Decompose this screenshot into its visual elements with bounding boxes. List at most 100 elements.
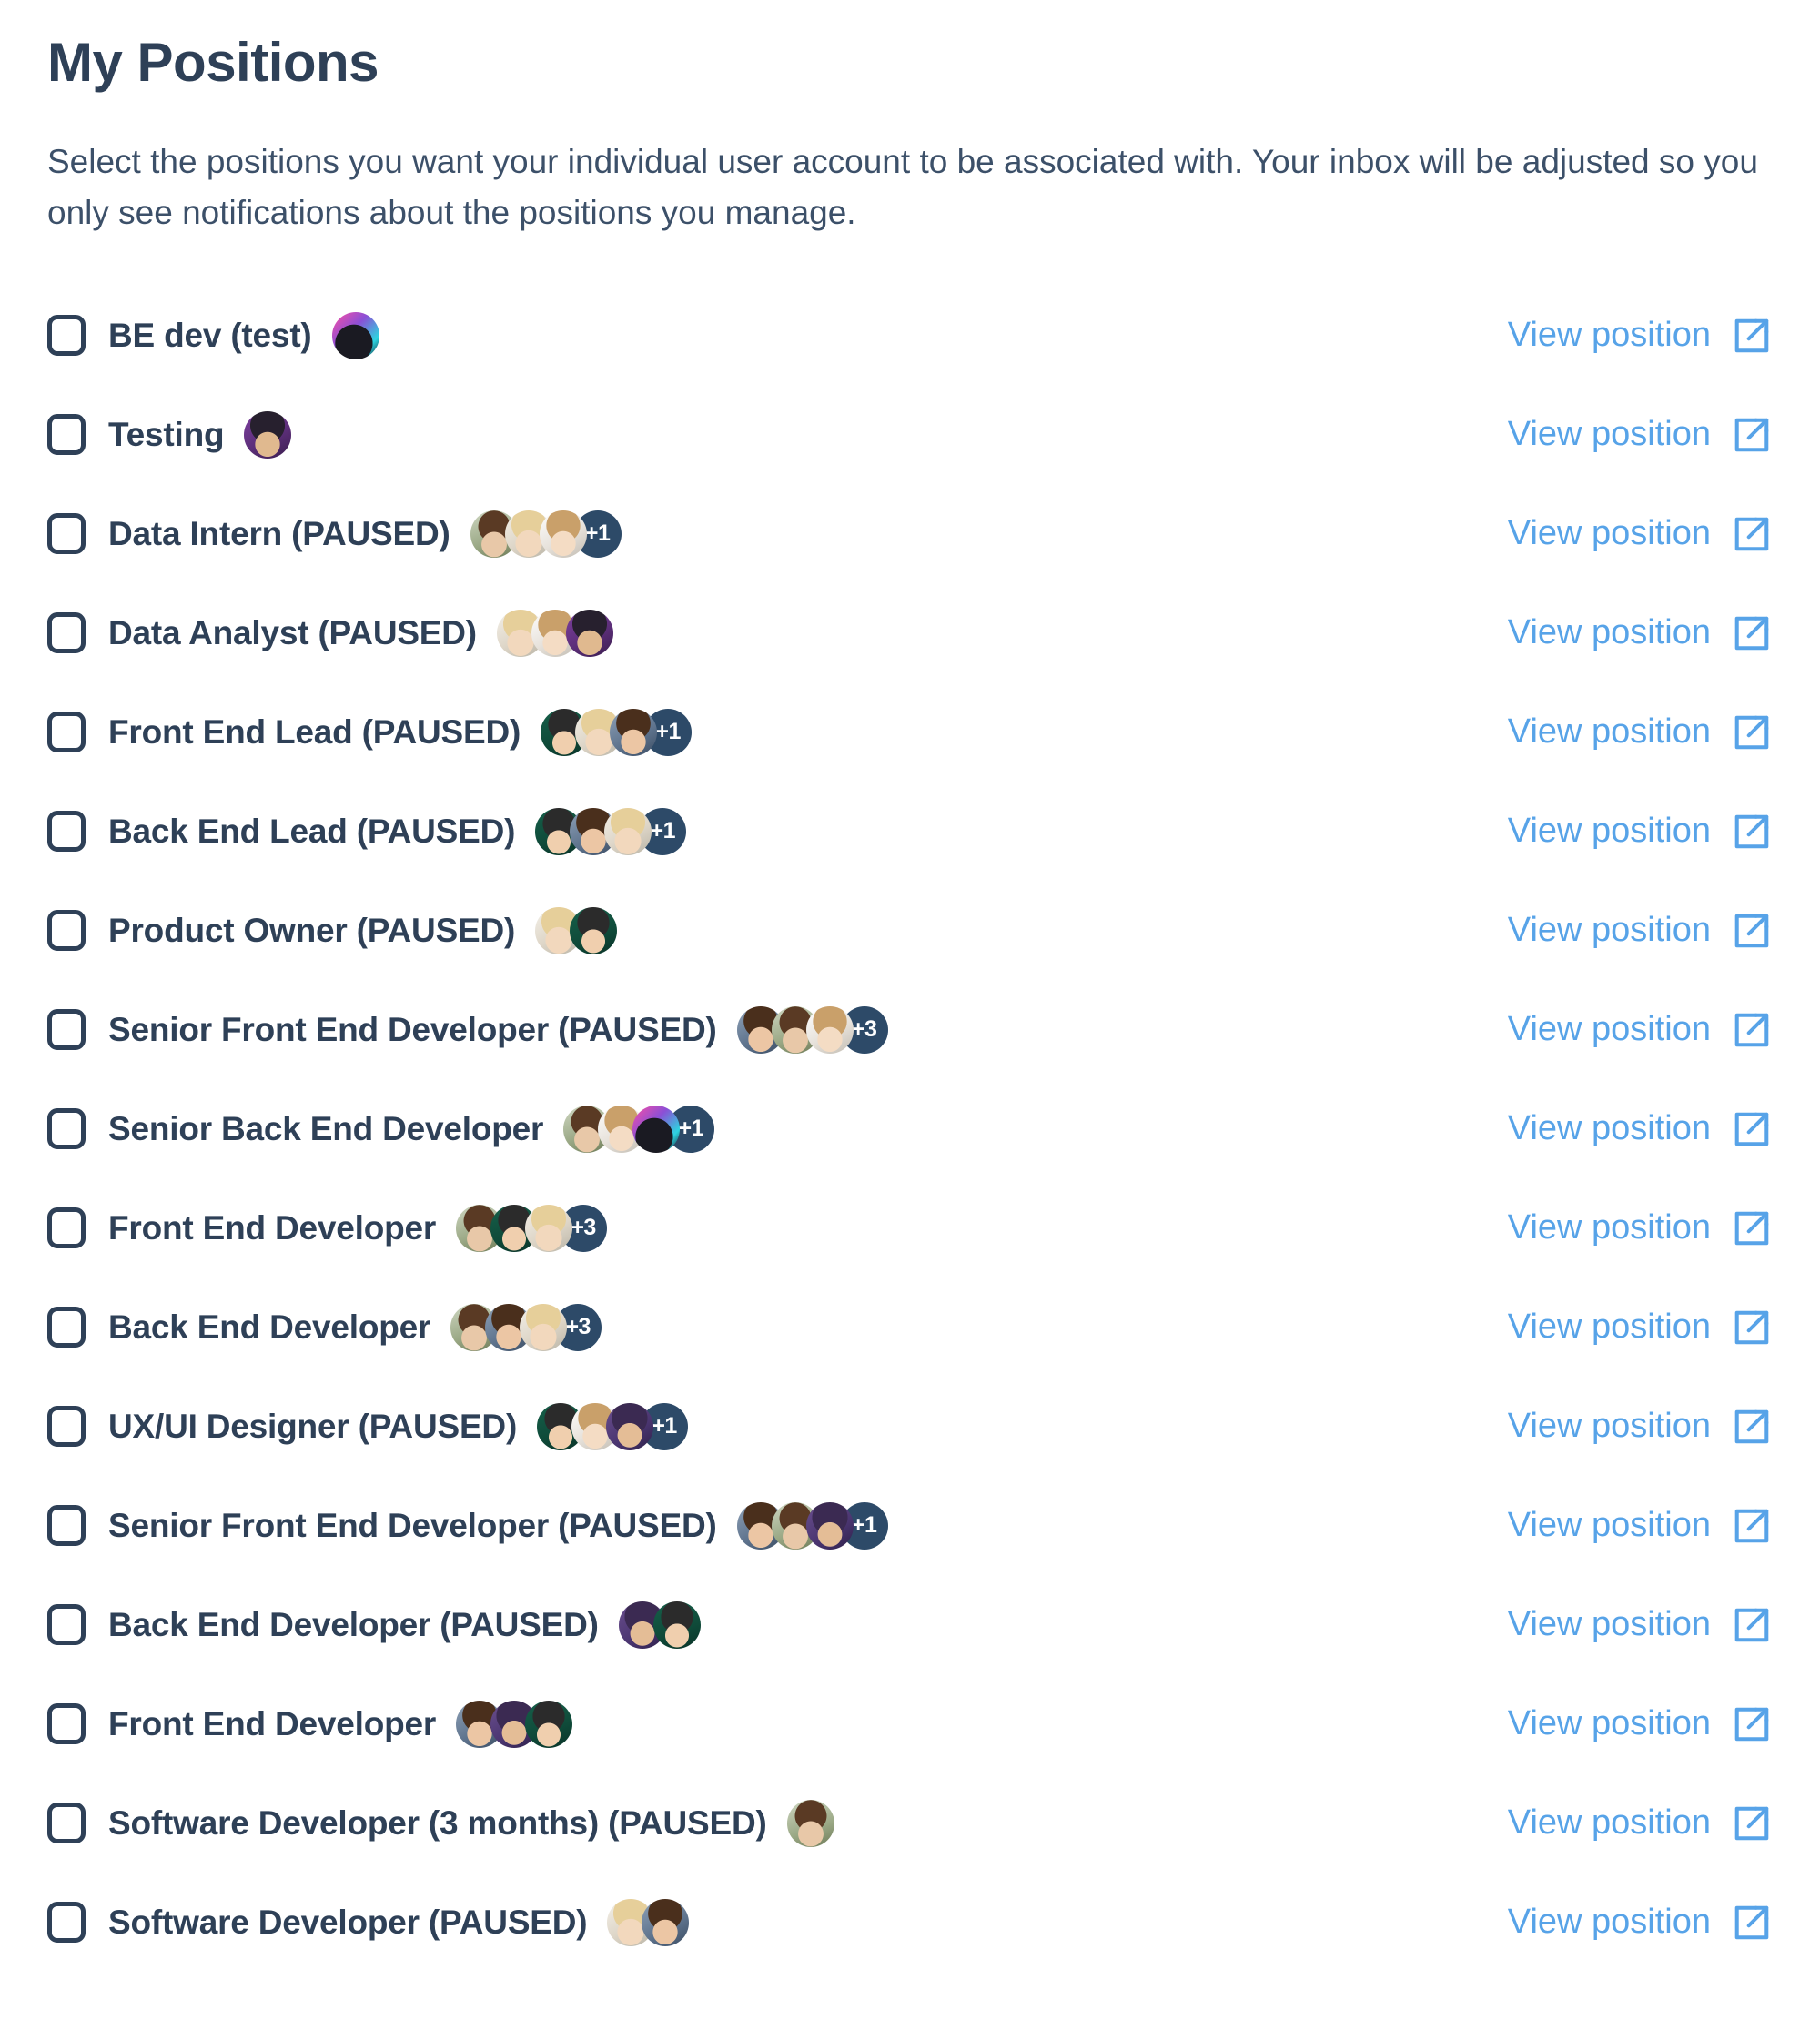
avatar xyxy=(786,1799,834,1847)
assignee-avatar-stack xyxy=(618,1601,701,1649)
external-link-icon xyxy=(1734,814,1769,849)
external-link-icon xyxy=(1734,914,1769,948)
position-label: Product Owner (PAUSED) xyxy=(108,911,516,949)
view-position-link[interactable]: View position xyxy=(1508,910,1773,952)
assignee-avatar-stack: +1 xyxy=(537,1402,689,1450)
view-position-link[interactable]: View position xyxy=(1508,1803,1773,1844)
position-label: Back End Developer (PAUSED) xyxy=(108,1605,599,1643)
page-description: Select the positions you want your indiv… xyxy=(47,143,1758,232)
position-checkbox[interactable] xyxy=(47,414,86,456)
position-row: Back End Lead (PAUSED) +1 View position xyxy=(47,782,1773,881)
view-position-label: View position xyxy=(1507,712,1711,752)
view-position-label: View position xyxy=(1507,613,1711,652)
position-checkbox[interactable] xyxy=(47,1207,86,1249)
position-row: Testing View position xyxy=(47,385,1773,484)
position-row: Data Analyst (PAUSED) View position xyxy=(47,583,1773,682)
external-link-icon xyxy=(1734,1707,1769,1742)
assignee-avatar-stack xyxy=(244,410,292,459)
external-link-icon xyxy=(1734,1112,1769,1146)
position-checkbox[interactable] xyxy=(47,910,86,952)
avatar xyxy=(606,1402,654,1450)
assignee-avatar-stack xyxy=(607,1898,690,1946)
position-checkbox[interactable] xyxy=(47,811,86,853)
assignee-avatar-stack: +3 xyxy=(450,1303,602,1351)
external-link-icon xyxy=(1734,1409,1769,1444)
position-label: Senior Front End Developer (PAUSED) xyxy=(108,1010,717,1048)
position-label: Front End Developer xyxy=(108,1208,437,1247)
view-position-link[interactable]: View position xyxy=(1508,1505,1773,1547)
view-position-link[interactable]: View position xyxy=(1508,1009,1773,1051)
view-position-label: View position xyxy=(1507,1803,1711,1843)
external-link-icon xyxy=(1734,1608,1769,1642)
position-row: Front End Lead (PAUSED) +1 View position xyxy=(47,682,1773,782)
view-position-label: View position xyxy=(1507,514,1711,553)
external-link-icon xyxy=(1734,1905,1769,1940)
assignee-avatar-stack xyxy=(331,311,379,359)
position-checkbox[interactable] xyxy=(47,1604,86,1646)
view-position-link[interactable]: View position xyxy=(1508,414,1773,456)
external-link-icon xyxy=(1734,616,1769,651)
assignee-avatar-stack: +3 xyxy=(456,1204,608,1252)
position-checkbox[interactable] xyxy=(47,1505,86,1547)
avatar xyxy=(539,510,587,558)
view-position-link[interactable]: View position xyxy=(1508,1406,1773,1448)
external-link-icon xyxy=(1734,318,1769,353)
view-position-link[interactable]: View position xyxy=(1508,1207,1773,1249)
position-row: UX/UI Designer (PAUSED) +1 View position xyxy=(47,1377,1773,1476)
position-label: Software Developer (PAUSED) xyxy=(108,1903,588,1941)
position-checkbox[interactable] xyxy=(47,1307,86,1348)
position-row: Back End Developer +3 View position xyxy=(47,1278,1773,1377)
assignee-avatar-stack xyxy=(786,1799,834,1847)
view-position-link[interactable]: View position xyxy=(1508,1108,1773,1150)
view-position-label: View position xyxy=(1507,1109,1711,1148)
position-checkbox[interactable] xyxy=(47,1703,86,1745)
assignee-avatar-stack xyxy=(496,609,613,657)
view-position-label: View position xyxy=(1507,1903,1711,1942)
position-checkbox[interactable] xyxy=(47,1803,86,1844)
position-row: Front End Developer View position xyxy=(47,1674,1773,1773)
external-link-icon xyxy=(1734,1310,1769,1345)
position-checkbox[interactable] xyxy=(47,1009,86,1051)
view-position-link[interactable]: View position xyxy=(1508,513,1773,555)
position-checkbox[interactable] xyxy=(47,1406,86,1448)
view-position-link[interactable]: View position xyxy=(1508,1902,1773,1944)
avatar xyxy=(632,1105,681,1153)
avatar xyxy=(652,1601,701,1649)
view-position-link[interactable]: View position xyxy=(1508,1307,1773,1348)
external-link-icon xyxy=(1734,517,1769,551)
view-position-link[interactable]: View position xyxy=(1508,811,1773,853)
position-checkbox[interactable] xyxy=(47,1902,86,1944)
view-position-link[interactable]: View position xyxy=(1508,612,1773,654)
assignee-avatar-stack: +3 xyxy=(736,1005,888,1054)
position-checkbox[interactable] xyxy=(47,1108,86,1150)
view-position-label: View position xyxy=(1507,1605,1711,1644)
view-position-link[interactable]: View position xyxy=(1508,1604,1773,1646)
view-position-label: View position xyxy=(1507,316,1711,355)
view-position-link[interactable]: View position xyxy=(1508,315,1773,357)
position-row: Senior Front End Developer (PAUSED) +1 Vie… xyxy=(47,1476,1773,1575)
view-position-link[interactable]: View position xyxy=(1508,1703,1773,1745)
view-position-label: View position xyxy=(1507,415,1711,454)
position-checkbox[interactable] xyxy=(47,513,86,555)
position-label: Front End Developer xyxy=(108,1704,437,1742)
position-label: Back End Lead (PAUSED) xyxy=(108,812,516,850)
position-checkbox[interactable] xyxy=(47,712,86,753)
avatar xyxy=(570,906,618,954)
position-label: BE dev (test) xyxy=(108,316,312,354)
avatar xyxy=(520,1303,568,1351)
view-position-link[interactable]: View position xyxy=(1508,712,1773,753)
position-label: UX/UI Designer (PAUSED) xyxy=(108,1407,518,1445)
external-link-icon xyxy=(1734,1013,1769,1047)
position-row: Software Developer (3 months) (PAUSED) Vi… xyxy=(47,1773,1773,1873)
position-label: Data Analyst (PAUSED) xyxy=(108,613,477,651)
position-label: Front End Lead (PAUSED) xyxy=(108,712,521,751)
position-checkbox[interactable] xyxy=(47,612,86,654)
view-position-label: View position xyxy=(1507,911,1711,950)
view-position-label: View position xyxy=(1507,1407,1711,1446)
external-link-icon xyxy=(1734,418,1769,452)
view-position-label: View position xyxy=(1507,1010,1711,1049)
position-checkbox[interactable] xyxy=(47,315,86,357)
view-position-label: View position xyxy=(1507,1704,1711,1743)
view-position-label: View position xyxy=(1507,812,1711,851)
assignee-avatar-stack: +1 xyxy=(541,708,693,756)
